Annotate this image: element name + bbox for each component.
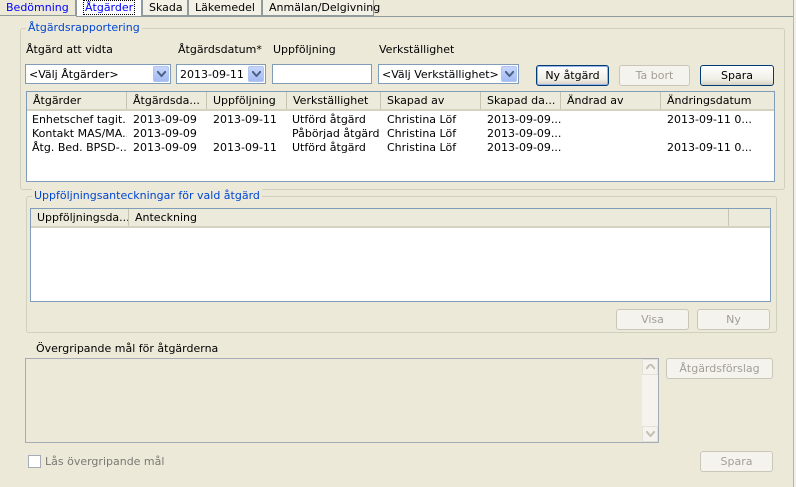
notes-table[interactable]: Uppföljningsda... Anteckning (30, 208, 771, 302)
tab-bedomning[interactable]: Bedömning (0, 0, 76, 16)
table-cell: Utförd åtgärd (292, 113, 366, 126)
notes-legend: Uppföljningsanteckningar för vald åtgärd (32, 189, 262, 202)
table-cell: 2013-09-09 (133, 127, 197, 140)
save-action-button[interactable]: Spara (700, 65, 774, 86)
table-cell: Kontakt MAS/MA... (32, 127, 127, 140)
action-select-value: <Välj Åtgärder> (29, 68, 119, 81)
followup-input[interactable] (272, 64, 372, 84)
column-header[interactable]: Skapad da... (481, 92, 561, 109)
column-header[interactable]: Uppföljningsda... (31, 209, 129, 226)
notes-table-header: Uppföljningsda... Anteckning (31, 209, 770, 228)
tab-label: Bedömning (6, 1, 69, 14)
table-cell: Åtg. Bed. BPSD-... (32, 141, 127, 154)
column-header[interactable]: Anteckning (129, 209, 729, 226)
chevron-down-icon[interactable] (501, 66, 517, 82)
table-cell: 2013-09-09... (487, 113, 561, 126)
table-cell: 2013-09-11 0... (667, 113, 752, 126)
column-header[interactable]: Åtgärder (27, 92, 127, 109)
column-header[interactable]: Ändrad av (561, 92, 661, 109)
tab-anmalan-delgivning[interactable]: Anmälan/Delgivning (262, 0, 380, 16)
column-header[interactable]: Verkställighet (287, 92, 381, 109)
chevron-down-icon[interactable] (153, 66, 169, 82)
followup-label: Uppföljning (273, 43, 336, 56)
execution-label: Verkställighet (379, 43, 455, 56)
report-legend: Åtgärdsrapportering (26, 21, 142, 34)
tab-lakemedel[interactable]: Läkemedel (188, 0, 262, 16)
table-cell: 2013-09-09... (487, 141, 561, 154)
table-cell (567, 113, 661, 127)
column-header-filler (729, 209, 770, 226)
tab-label: Skada (149, 1, 183, 14)
table-cell: Enhetschef tagit... (32, 113, 127, 126)
date-picker[interactable]: 2013-09-11 (176, 64, 266, 84)
tab-label: Åtgärder (83, 0, 136, 15)
table-cell: 2013-09-11 0... (667, 141, 752, 154)
actions-table-header: Åtgärder Åtgärdsda... Uppföljning Verkst… (27, 92, 774, 111)
execution-select[interactable]: <Välj Verkställighet> (378, 64, 519, 84)
goals-legend: Övergripande mål för åtgärderna (34, 342, 221, 355)
tab-label: Läkemedel (195, 1, 255, 14)
tab-atgarder[interactable]: Åtgärder (76, 0, 142, 17)
table-cell: 2013-09-11 (213, 141, 277, 154)
action-select[interactable]: <Välj Åtgärder> (25, 64, 171, 84)
table-row[interactable]: Kontakt MAS/MA... 2013-09-09 Påbörjad åt… (27, 127, 774, 141)
table-cell: 2013-09-09 (133, 113, 197, 126)
remove-button[interactable]: Ta bort (619, 65, 690, 86)
table-row[interactable]: Enhetschef tagit... 2013-09-09 2013-09-1… (27, 113, 774, 127)
show-note-button[interactable]: Visa (616, 309, 689, 330)
tab-label: Anmälan/Delgivning (269, 1, 381, 14)
column-header[interactable]: Skapad av (381, 92, 481, 109)
table-cell: Utförd åtgärd (292, 141, 366, 154)
date-label: Åtgärdsdatum* (178, 43, 262, 56)
save-goals-button[interactable]: Spara (700, 451, 773, 472)
table-cell (213, 127, 287, 141)
goals-textarea[interactable] (25, 358, 659, 443)
column-header[interactable]: Åtgärdsda... (127, 92, 207, 109)
new-action-button[interactable]: Ny åtgärd (536, 65, 609, 86)
tab-skada[interactable]: Skada (142, 0, 188, 16)
action-suggestion-button[interactable]: Åtgärdsförslag (666, 358, 773, 379)
scroll-up-icon[interactable] (642, 359, 658, 375)
table-cell: Christina Löf (387, 141, 457, 154)
goals-scrollbar[interactable] (642, 359, 658, 442)
table-cell: Christina Löf (387, 127, 457, 140)
lock-goals-label: Lås övergripande mål (45, 455, 165, 468)
table-cell: Christina Löf (387, 113, 457, 126)
table-cell: Påbörjad åtgärd (292, 127, 380, 140)
lock-goals-checkbox[interactable] (28, 455, 41, 468)
table-cell (567, 141, 661, 155)
table-cell: 2013-09-09 (133, 141, 197, 154)
tab-divider (142, 16, 796, 17)
action-label: Åtgärd att vidta (26, 43, 113, 56)
table-cell (567, 127, 661, 141)
table-cell: 2013-09-09... (487, 127, 561, 140)
chevron-down-icon[interactable] (248, 66, 264, 82)
table-row[interactable]: Åtg. Bed. BPSD-... 2013-09-09 2013-09-11… (27, 141, 774, 155)
column-header[interactable]: Ändringsdatum (661, 92, 774, 109)
table-cell: 2013-09-11 (213, 113, 277, 126)
tab-strip: Bedömning Åtgärder Skada Läkemedel Anmäl… (0, 0, 796, 17)
table-cell (667, 127, 767, 141)
new-note-button[interactable]: Ny (697, 309, 770, 330)
column-header[interactable]: Uppföljning (207, 92, 287, 109)
execution-select-value: <Välj Verkställighet> (382, 68, 499, 81)
date-picker-value: 2013-09-11 (180, 68, 244, 81)
scroll-down-icon[interactable] (642, 426, 658, 442)
actions-table[interactable]: Åtgärder Åtgärdsda... Uppföljning Verkst… (26, 91, 775, 182)
